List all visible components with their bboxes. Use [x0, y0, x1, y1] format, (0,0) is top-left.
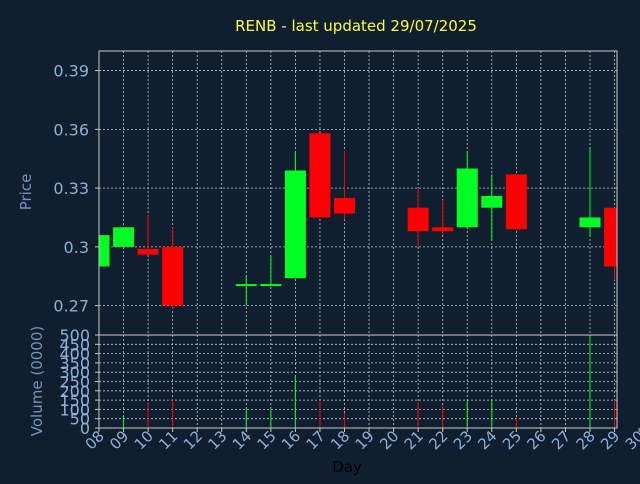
x-tick-label: 11	[155, 427, 181, 453]
price-axis-label: Price	[17, 174, 35, 211]
volume-panel: 050100150200250300350400450500	[59, 326, 618, 438]
chart-root: RENB - last updated 29/07/2025 Price Vol…	[0, 0, 640, 480]
x-tick-label: 16	[278, 427, 304, 453]
candle-body	[260, 284, 282, 287]
x-axis-label: Day	[332, 458, 362, 476]
x-tick-label: 30	[622, 427, 640, 453]
x-tick-labels: 0809101112131415161718192021222324252627…	[82, 427, 640, 453]
x-tick-label: 14	[229, 427, 255, 453]
price-tick-label: 0.36	[53, 120, 89, 139]
candle-body	[604, 207, 617, 267]
x-tick-label: 20	[376, 427, 402, 453]
x-tick-label: 24	[474, 427, 500, 453]
price-tick-label: 0.27	[53, 297, 89, 316]
candle-body	[456, 168, 478, 228]
price-panel: 0.27 0.3 0.33 0.36 0.39	[53, 50, 618, 336]
volume-tick-label: 500	[59, 326, 90, 345]
x-tick-label: 21	[401, 427, 427, 453]
price-tick-label: 0.39	[53, 62, 89, 81]
x-tick-label: 10	[131, 427, 157, 453]
x-tick-label: 19	[352, 427, 378, 453]
chart-title: RENB - last updated 29/07/2025	[235, 17, 477, 35]
candle-body	[505, 174, 527, 230]
x-tick-label: 12	[180, 427, 206, 453]
candle-body	[113, 227, 135, 247]
x-tick-label: 27	[548, 427, 574, 453]
x-tick-label: 13	[204, 427, 230, 453]
price-tick-label: 0.3	[64, 238, 89, 257]
candle-body	[334, 197, 355, 214]
volume-axis-label: Volume (0000)	[28, 326, 46, 436]
x-tick-label: 25	[499, 427, 525, 453]
x-tick-label: 18	[327, 427, 353, 453]
x-tick-label: 15	[253, 427, 279, 453]
candle-body	[137, 248, 159, 255]
x-tick-label: 22	[425, 427, 451, 453]
candle-body	[284, 170, 306, 279]
candle-body	[162, 246, 184, 306]
candle-body	[235, 284, 257, 287]
x-tick-label: 23	[450, 427, 476, 453]
x-tick-label: 09	[106, 427, 132, 453]
x-tick-label: 29	[597, 427, 623, 453]
candle-body	[432, 227, 454, 232]
candle-body	[309, 133, 331, 218]
candle-body	[407, 207, 429, 232]
x-tick-label: 26	[523, 427, 549, 453]
candle-body	[481, 195, 503, 208]
chart-canvas: RENB - last updated 29/07/2025 Price Vol…	[17, 17, 640, 476]
price-tick-label: 0.33	[53, 179, 89, 198]
x-tick-label: 17	[303, 427, 329, 453]
candle-body	[579, 217, 601, 228]
x-tick-label: 28	[573, 427, 599, 453]
candle-body	[99, 235, 110, 267]
